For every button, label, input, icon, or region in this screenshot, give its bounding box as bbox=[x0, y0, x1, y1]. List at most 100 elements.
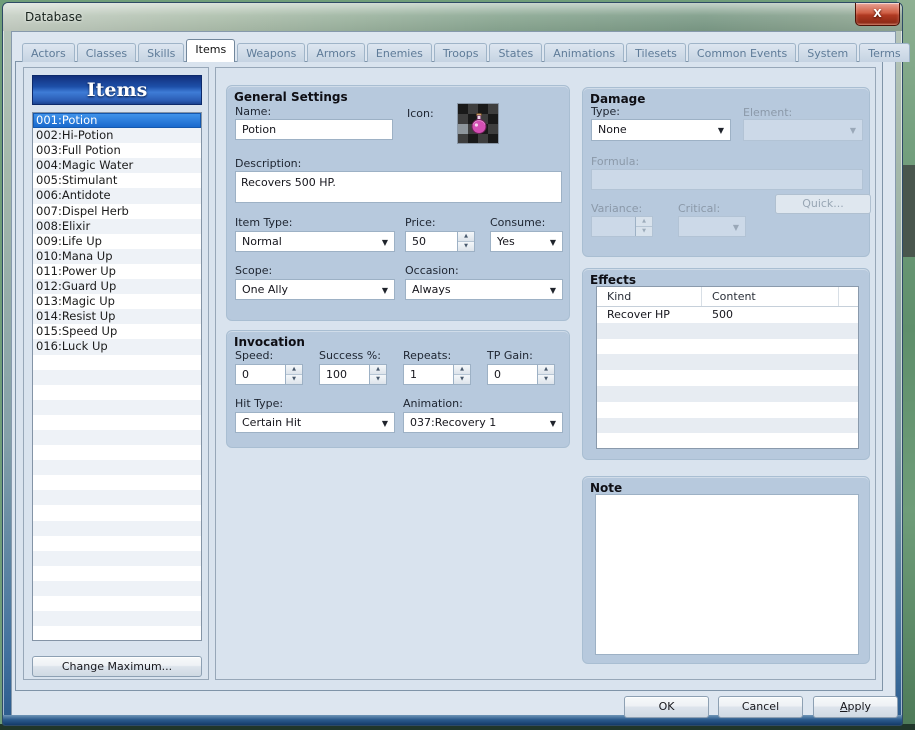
effect-kind bbox=[597, 386, 702, 402]
tab-items[interactable]: Items bbox=[186, 39, 236, 62]
price-stepper[interactable]: 50 ▲ ▼ bbox=[405, 231, 475, 252]
list-item[interactable]: 012:Guard Up bbox=[33, 279, 201, 295]
effect-row-empty[interactable] bbox=[597, 433, 858, 448]
tab-states[interactable]: States bbox=[489, 43, 543, 62]
close-icon: X bbox=[873, 7, 882, 20]
item-type-dropdown[interactable]: Normal ▼ bbox=[235, 231, 395, 252]
cancel-button[interactable]: Cancel bbox=[718, 696, 803, 718]
tab-system[interactable]: System bbox=[798, 43, 858, 62]
success-stepper[interactable]: 100 ▲ ▼ bbox=[319, 364, 387, 385]
tab-skills[interactable]: Skills bbox=[138, 43, 185, 62]
effect-row-empty[interactable] bbox=[597, 385, 858, 402]
effect-content bbox=[702, 402, 712, 418]
spin-down-icon[interactable]: ▼ bbox=[458, 241, 474, 251]
effects-table[interactable]: Kind Content Recover HP 500 bbox=[596, 286, 859, 449]
titlebar[interactable]: Database X bbox=[3, 3, 902, 31]
list-item[interactable]: 009:Life Up bbox=[33, 234, 201, 249]
spin-up-icon[interactable]: ▲ bbox=[370, 365, 386, 375]
spin-down-icon[interactable]: ▼ bbox=[370, 374, 386, 384]
list-item[interactable]: 003:Full Potion bbox=[33, 143, 201, 158]
tab-terms[interactable]: Terms bbox=[859, 43, 910, 62]
spin-up-icon[interactable]: ▲ bbox=[286, 365, 302, 375]
tab-troops[interactable]: Troops bbox=[433, 43, 488, 62]
list-item-empty[interactable] bbox=[33, 536, 201, 551]
repeats-stepper[interactable]: 1 ▲ ▼ bbox=[403, 364, 471, 385]
list-item-empty[interactable] bbox=[33, 611, 201, 627]
list-item-empty[interactable] bbox=[33, 490, 201, 506]
speed-stepper[interactable]: 0 ▲ ▼ bbox=[235, 364, 303, 385]
scope-dropdown[interactable]: One Ally ▼ bbox=[235, 279, 395, 300]
effect-kind: Recover HP bbox=[607, 308, 670, 321]
consume-dropdown[interactable]: Yes ▼ bbox=[490, 231, 563, 252]
spin-up-icon[interactable]: ▲ bbox=[454, 365, 470, 375]
column-header-kind: Kind bbox=[597, 287, 702, 306]
tab-classes[interactable]: Classes bbox=[76, 43, 137, 62]
spin-down-icon[interactable]: ▼ bbox=[286, 374, 302, 384]
spin-up-icon[interactable]: ▲ bbox=[538, 365, 554, 375]
list-item-empty[interactable] bbox=[33, 566, 201, 581]
list-item-empty[interactable] bbox=[33, 580, 201, 596]
apply-button[interactable]: Apply bbox=[813, 696, 898, 718]
effect-kind bbox=[597, 433, 702, 448]
list-item-empty[interactable] bbox=[33, 415, 201, 430]
name-field[interactable]: Potion bbox=[235, 119, 393, 140]
list-item-empty[interactable] bbox=[33, 596, 201, 611]
effect-row-empty[interactable] bbox=[597, 339, 858, 355]
effect-row-empty[interactable] bbox=[597, 370, 858, 386]
effect-row-empty[interactable] bbox=[597, 402, 858, 418]
tab-weapons[interactable]: Weapons bbox=[237, 43, 306, 62]
item-icon-button[interactable] bbox=[457, 103, 499, 144]
effect-content: 500 bbox=[712, 308, 733, 321]
tab-animations[interactable]: Animations bbox=[544, 43, 625, 62]
list-item[interactable]: 004:Magic Water bbox=[33, 158, 201, 174]
effect-row[interactable]: Recover HP 500 bbox=[597, 307, 858, 323]
list-item[interactable]: 001:Potion bbox=[33, 113, 201, 129]
list-item-empty[interactable] bbox=[33, 520, 201, 536]
chevron-down-icon: ▼ bbox=[849, 126, 856, 135]
list-item[interactable]: 010:Mana Up bbox=[33, 248, 201, 264]
tab-common-events[interactable]: Common Events bbox=[687, 43, 797, 62]
list-item-empty[interactable] bbox=[33, 505, 201, 520]
list-item[interactable]: 011:Power Up bbox=[33, 264, 201, 279]
list-item-empty[interactable] bbox=[33, 369, 201, 385]
list-item-empty[interactable] bbox=[33, 355, 201, 370]
list-item-empty[interactable] bbox=[33, 626, 201, 640]
spin-down-icon[interactable]: ▼ bbox=[538, 374, 554, 384]
list-item-empty[interactable] bbox=[33, 445, 201, 460]
tab-tilesets[interactable]: Tilesets bbox=[626, 43, 686, 62]
effect-row-empty[interactable] bbox=[597, 322, 858, 339]
list-item[interactable]: 014:Resist Up bbox=[33, 309, 201, 325]
tab-actors[interactable]: Actors bbox=[22, 43, 75, 62]
list-item-empty[interactable] bbox=[33, 475, 201, 490]
list-item-empty[interactable] bbox=[33, 460, 201, 476]
list-item[interactable]: 016:Luck Up bbox=[33, 339, 201, 355]
list-item[interactable]: 002:Hi-Potion bbox=[33, 128, 201, 144]
description-field[interactable]: Recovers 500 HP. bbox=[235, 171, 562, 203]
tab-armors[interactable]: Armors bbox=[307, 43, 365, 62]
effect-row-empty[interactable] bbox=[597, 417, 858, 434]
list-item[interactable]: 008:Elixir bbox=[33, 218, 201, 234]
close-button[interactable]: X bbox=[855, 3, 900, 26]
tab-enemies[interactable]: Enemies bbox=[366, 43, 432, 62]
list-item[interactable]: 007:Dispel Herb bbox=[33, 204, 201, 219]
spin-down-icon[interactable]: ▼ bbox=[454, 374, 470, 384]
note-field[interactable] bbox=[595, 494, 859, 655]
list-item-empty[interactable] bbox=[33, 429, 201, 446]
occasion-dropdown[interactable]: Always ▼ bbox=[405, 279, 563, 300]
list-item[interactable]: 013:Magic Up bbox=[33, 294, 201, 309]
item-list[interactable]: 001:Potion 002:Hi-Potion 003:Full Potion 00… bbox=[32, 112, 202, 641]
list-item[interactable]: 015:Speed Up bbox=[33, 324, 201, 339]
list-item-empty[interactable] bbox=[33, 399, 201, 415]
spin-up-icon[interactable]: ▲ bbox=[458, 232, 474, 242]
list-item-empty[interactable] bbox=[33, 550, 201, 566]
list-item[interactable]: 006:Antidote bbox=[33, 188, 201, 204]
list-item-empty[interactable] bbox=[33, 385, 201, 400]
tp-gain-stepper[interactable]: 0 ▲ ▼ bbox=[487, 364, 555, 385]
list-item[interactable]: 005:Stimulant bbox=[33, 173, 201, 188]
damage-type-dropdown[interactable]: None ▼ bbox=[591, 119, 731, 141]
change-maximum-button[interactable]: Change Maximum... bbox=[32, 656, 202, 677]
animation-dropdown[interactable]: 037:Recovery 1 ▼ bbox=[403, 412, 563, 433]
ok-button[interactable]: OK bbox=[624, 696, 709, 718]
effect-row-empty[interactable] bbox=[597, 354, 858, 371]
hit-type-dropdown[interactable]: Certain Hit ▼ bbox=[235, 412, 395, 433]
